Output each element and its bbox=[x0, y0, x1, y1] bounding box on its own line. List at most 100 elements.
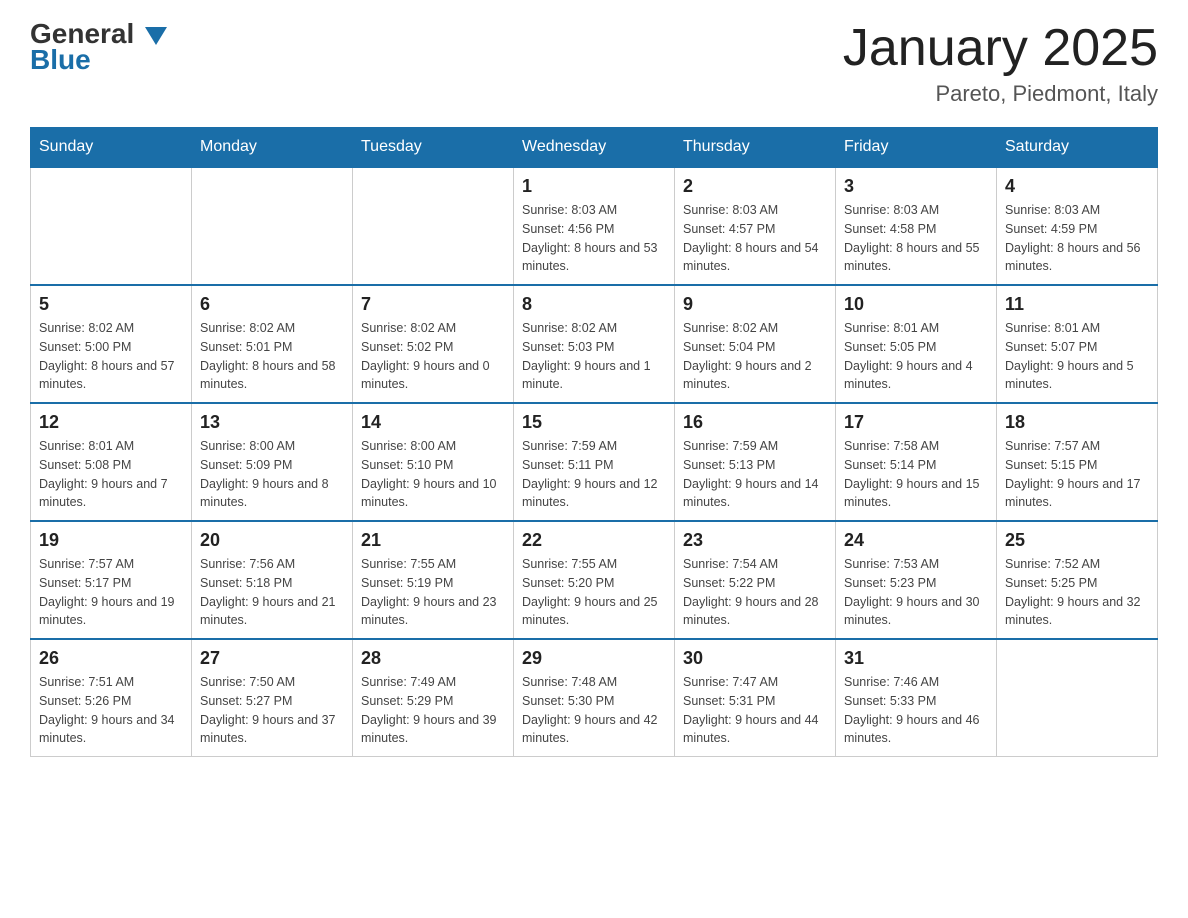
day-number: 5 bbox=[39, 294, 183, 315]
calendar-body: 1Sunrise: 8:03 AM Sunset: 4:56 PM Daylig… bbox=[31, 167, 1158, 757]
day-info: Sunrise: 7:47 AM Sunset: 5:31 PM Dayligh… bbox=[683, 673, 827, 748]
day-info: Sunrise: 8:03 AM Sunset: 4:56 PM Dayligh… bbox=[522, 201, 666, 276]
calendar-cell: 19 Sunrise: 7:57 AM Sunset: 5:17 PM Dayli… bbox=[31, 521, 192, 639]
header-tuesday: Tuesday bbox=[353, 128, 514, 168]
day-number: 16 bbox=[683, 412, 827, 433]
day-number: 15 bbox=[522, 412, 666, 433]
day-info: Sunrise: 8:03 AM Sunset: 4:57 PM Dayligh… bbox=[683, 201, 827, 276]
day-number: 6 bbox=[200, 294, 344, 315]
day-number: 18 bbox=[1005, 412, 1149, 433]
day-number: 25 bbox=[1005, 530, 1149, 551]
day-number: 31 bbox=[844, 648, 988, 669]
day-number: 3 bbox=[844, 176, 988, 197]
header-saturday: Saturday bbox=[997, 128, 1158, 168]
day-info: Sunrise: 7:50 AM Sunset: 5:27 PM Dayligh… bbox=[200, 673, 344, 748]
calendar-cell: 5 Sunrise: 8:02 AM Sunset: 5:00 PM Daylig… bbox=[31, 285, 192, 403]
day-info: Sunrise: 7:59 AM Sunset: 5:11 PM Dayligh… bbox=[522, 437, 666, 512]
day-info: Sunrise: 7:59 AM Sunset: 5:13 PM Dayligh… bbox=[683, 437, 827, 512]
day-info: Sunrise: 7:48 AM Sunset: 5:30 PM Dayligh… bbox=[522, 673, 666, 748]
day-info: Sunrise: 7:54 AM Sunset: 5:22 PM Dayligh… bbox=[683, 555, 827, 630]
calendar-cell: 6Sunrise: 8:02 AM Sunset: 5:01 PM Daylig… bbox=[192, 285, 353, 403]
day-number: 10 bbox=[844, 294, 988, 315]
calendar-week-row: 1Sunrise: 8:03 AM Sunset: 4:56 PM Daylig… bbox=[31, 167, 1158, 285]
day-number: 17 bbox=[844, 412, 988, 433]
calendar-cell: 2 Sunrise: 8:03 AM Sunset: 4:57 PM Daylig… bbox=[675, 167, 836, 285]
calendar-cell: 13 Sunrise: 8:00 AM Sunset: 5:09 PM Dayli… bbox=[192, 403, 353, 521]
day-number: 29 bbox=[522, 648, 666, 669]
day-number: 13 bbox=[200, 412, 344, 433]
day-number: 27 bbox=[200, 648, 344, 669]
header-row: Sunday Monday Tuesday Wednesday Thursday… bbox=[31, 128, 1158, 168]
calendar-cell: 12 Sunrise: 8:01 AM Sunset: 5:08 PM Dayli… bbox=[31, 403, 192, 521]
calendar-cell: 30Sunrise: 7:47 AM Sunset: 5:31 PM Dayli… bbox=[675, 639, 836, 757]
day-info: Sunrise: 7:46 AM Sunset: 5:33 PM Dayligh… bbox=[844, 673, 988, 748]
day-number: 20 bbox=[200, 530, 344, 551]
day-info: Sunrise: 7:55 AM Sunset: 5:19 PM Dayligh… bbox=[361, 555, 505, 630]
calendar-week-row: 26 Sunrise: 7:51 AM Sunset: 5:26 PM Dayli… bbox=[31, 639, 1158, 757]
day-number: 19 bbox=[39, 530, 183, 551]
day-number: 26 bbox=[39, 648, 183, 669]
calendar-subtitle: Pareto, Piedmont, Italy bbox=[843, 81, 1158, 107]
day-number: 21 bbox=[361, 530, 505, 551]
title-section: January 2025 Pareto, Piedmont, Italy bbox=[843, 20, 1158, 107]
day-info: Sunrise: 7:57 AM Sunset: 5:17 PM Dayligh… bbox=[39, 555, 183, 630]
day-info: Sunrise: 8:02 AM Sunset: 5:04 PM Dayligh… bbox=[683, 319, 827, 394]
day-number: 2 bbox=[683, 176, 827, 197]
day-info: Sunrise: 7:55 AM Sunset: 5:20 PM Dayligh… bbox=[522, 555, 666, 630]
day-number: 12 bbox=[39, 412, 183, 433]
header-friday: Friday bbox=[836, 128, 997, 168]
calendar-cell: 18 Sunrise: 7:57 AM Sunset: 5:15 PM Dayli… bbox=[997, 403, 1158, 521]
day-info: Sunrise: 8:02 AM Sunset: 5:02 PM Dayligh… bbox=[361, 319, 505, 394]
day-info: Sunrise: 8:00 AM Sunset: 5:09 PM Dayligh… bbox=[200, 437, 344, 512]
calendar-cell: 1Sunrise: 8:03 AM Sunset: 4:56 PM Daylig… bbox=[514, 167, 675, 285]
day-info: Sunrise: 7:57 AM Sunset: 5:15 PM Dayligh… bbox=[1005, 437, 1149, 512]
day-number: 14 bbox=[361, 412, 505, 433]
logo-blue-text: Blue bbox=[30, 46, 147, 74]
day-number: 11 bbox=[1005, 294, 1149, 315]
day-number: 7 bbox=[361, 294, 505, 315]
logo: General Blue bbox=[30, 20, 147, 74]
header-sunday: Sunday bbox=[31, 128, 192, 168]
calendar-cell: 10 Sunrise: 8:01 AM Sunset: 5:05 PM Dayli… bbox=[836, 285, 997, 403]
calendar-cell bbox=[997, 639, 1158, 757]
calendar-cell: 15 Sunrise: 7:59 AM Sunset: 5:11 PM Dayli… bbox=[514, 403, 675, 521]
day-number: 28 bbox=[361, 648, 505, 669]
calendar-cell: 9 Sunrise: 8:02 AM Sunset: 5:04 PM Daylig… bbox=[675, 285, 836, 403]
calendar-cell: 21 Sunrise: 7:55 AM Sunset: 5:19 PM Dayli… bbox=[353, 521, 514, 639]
day-info: Sunrise: 7:51 AM Sunset: 5:26 PM Dayligh… bbox=[39, 673, 183, 748]
day-info: Sunrise: 8:01 AM Sunset: 5:05 PM Dayligh… bbox=[844, 319, 988, 394]
day-info: Sunrise: 7:56 AM Sunset: 5:18 PM Dayligh… bbox=[200, 555, 344, 630]
calendar-cell bbox=[31, 167, 192, 285]
calendar-cell bbox=[192, 167, 353, 285]
day-info: Sunrise: 8:00 AM Sunset: 5:10 PM Dayligh… bbox=[361, 437, 505, 512]
day-number: 9 bbox=[683, 294, 827, 315]
calendar-cell: 20 Sunrise: 7:56 AM Sunset: 5:18 PM Dayli… bbox=[192, 521, 353, 639]
calendar-title: January 2025 bbox=[843, 20, 1158, 77]
day-number: 8 bbox=[522, 294, 666, 315]
day-number: 4 bbox=[1005, 176, 1149, 197]
day-info: Sunrise: 8:02 AM Sunset: 5:00 PM Dayligh… bbox=[39, 319, 183, 394]
calendar-cell: 29 Sunrise: 7:48 AM Sunset: 5:30 PM Dayli… bbox=[514, 639, 675, 757]
page-header: General Blue January 2025 Pareto, Piedmo… bbox=[30, 20, 1158, 107]
calendar-cell: 24 Sunrise: 7:53 AM Sunset: 5:23 PM Dayli… bbox=[836, 521, 997, 639]
day-info: Sunrise: 8:01 AM Sunset: 5:08 PM Dayligh… bbox=[39, 437, 183, 512]
calendar-cell: 16 Sunrise: 7:59 AM Sunset: 5:13 PM Dayli… bbox=[675, 403, 836, 521]
calendar-cell: 27 Sunrise: 7:50 AM Sunset: 5:27 PM Dayli… bbox=[192, 639, 353, 757]
calendar-cell bbox=[353, 167, 514, 285]
calendar-cell: 3Sunrise: 8:03 AM Sunset: 4:58 PM Daylig… bbox=[836, 167, 997, 285]
day-number: 22 bbox=[522, 530, 666, 551]
calendar-week-row: 5 Sunrise: 8:02 AM Sunset: 5:00 PM Daylig… bbox=[31, 285, 1158, 403]
calendar-cell: 11Sunrise: 8:01 AM Sunset: 5:07 PM Dayli… bbox=[997, 285, 1158, 403]
header-wednesday: Wednesday bbox=[514, 128, 675, 168]
day-info: Sunrise: 7:49 AM Sunset: 5:29 PM Dayligh… bbox=[361, 673, 505, 748]
calendar-week-row: 12 Sunrise: 8:01 AM Sunset: 5:08 PM Dayli… bbox=[31, 403, 1158, 521]
day-number: 24 bbox=[844, 530, 988, 551]
day-info: Sunrise: 8:03 AM Sunset: 4:59 PM Dayligh… bbox=[1005, 201, 1149, 276]
calendar-cell: 22 Sunrise: 7:55 AM Sunset: 5:20 PM Dayli… bbox=[514, 521, 675, 639]
header-monday: Monday bbox=[192, 128, 353, 168]
calendar-cell: 28 Sunrise: 7:49 AM Sunset: 5:29 PM Dayli… bbox=[353, 639, 514, 757]
calendar-week-row: 19 Sunrise: 7:57 AM Sunset: 5:17 PM Dayli… bbox=[31, 521, 1158, 639]
calendar-table: Sunday Monday Tuesday Wednesday Thursday… bbox=[30, 127, 1158, 757]
day-info: Sunrise: 7:53 AM Sunset: 5:23 PM Dayligh… bbox=[844, 555, 988, 630]
calendar-cell: 25Sunrise: 7:52 AM Sunset: 5:25 PM Dayli… bbox=[997, 521, 1158, 639]
